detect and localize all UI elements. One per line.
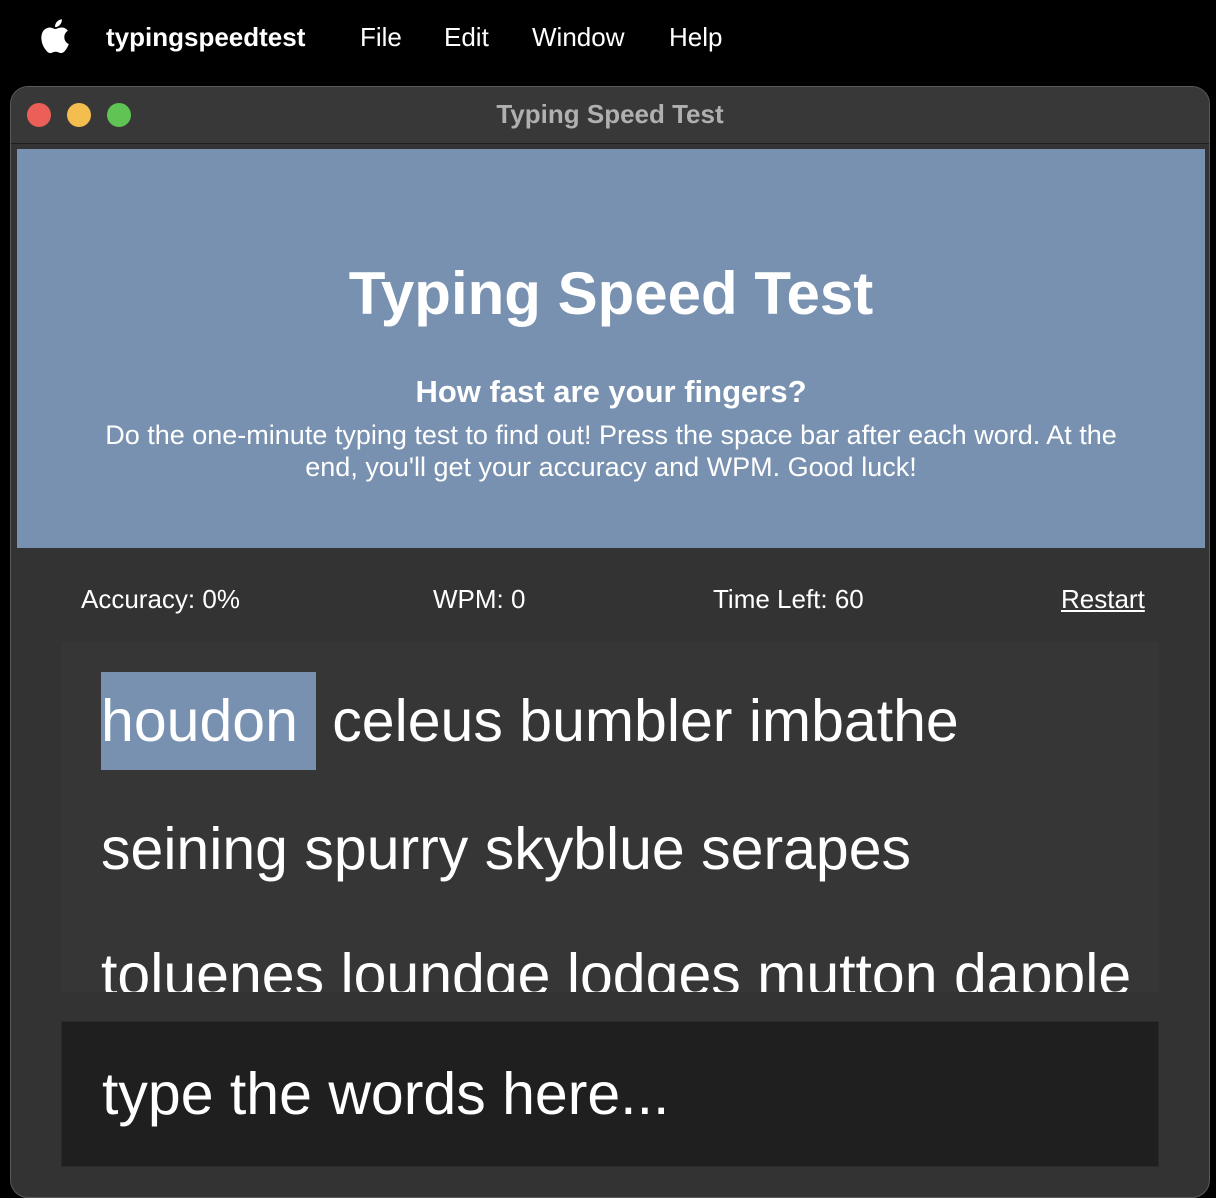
word-line: seining spurry skyblue serapes	[101, 814, 911, 884]
word: mutton	[757, 942, 938, 992]
apple-logo-icon[interactable]	[38, 18, 70, 54]
word: imbathe	[748, 688, 959, 754]
app-window: Typing Speed Test Typing Speed Test How …	[10, 86, 1210, 1198]
word: dapple	[953, 942, 1132, 992]
word: skyblue	[484, 816, 685, 882]
words-display: houdon celeus bumbler imbathe seining sp…	[61, 642, 1159, 992]
instructions-text: Do the one-minute typing test to find ou…	[105, 420, 1117, 482]
page-title: Typing Speed Test	[348, 260, 874, 327]
word: toluenes	[101, 942, 325, 992]
word: bumbler	[519, 688, 733, 754]
window-title: Typing Speed Test	[496, 99, 724, 129]
menu-app-name[interactable]: typingspeedtest	[106, 20, 305, 54]
menu-window[interactable]: Window	[532, 20, 624, 54]
restart-link[interactable]: Restart	[1061, 581, 1145, 617]
word: lodges	[566, 942, 741, 992]
stats-bar: Accuracy: 0% WPM: 0 Time Left: 60 Restar…	[11, 581, 1209, 621]
menu-help[interactable]: Help	[669, 20, 722, 54]
typing-input-container	[61, 1021, 1159, 1167]
wpm-stat: WPM: 0	[433, 584, 526, 614]
page-subtitle: How fast are your fingers?	[415, 374, 807, 409]
current-word: houdon	[101, 672, 316, 770]
word: seining	[101, 816, 288, 882]
word-line: toluenes loundge lodges mutton dapple	[101, 940, 1131, 992]
word: spurry	[304, 816, 469, 882]
menu-edit[interactable]: Edit	[444, 20, 489, 54]
menu-file[interactable]: File	[360, 20, 402, 54]
hero-banner: Typing Speed Test How fast are your fing…	[17, 149, 1205, 548]
accuracy-stat: Accuracy: 0%	[81, 584, 240, 614]
word: celeus	[332, 688, 503, 754]
word: loundge	[340, 942, 551, 992]
typing-input[interactable]	[62, 1022, 1158, 1166]
time-left-stat: Time Left: 60	[713, 584, 864, 614]
menu-bar: typingspeedtest File Edit Window Help	[0, 0, 1216, 76]
word-line: houdon celeus bumbler imbathe	[101, 672, 959, 770]
word: serapes	[701, 816, 912, 882]
window-titlebar[interactable]: Typing Speed Test	[11, 87, 1209, 144]
